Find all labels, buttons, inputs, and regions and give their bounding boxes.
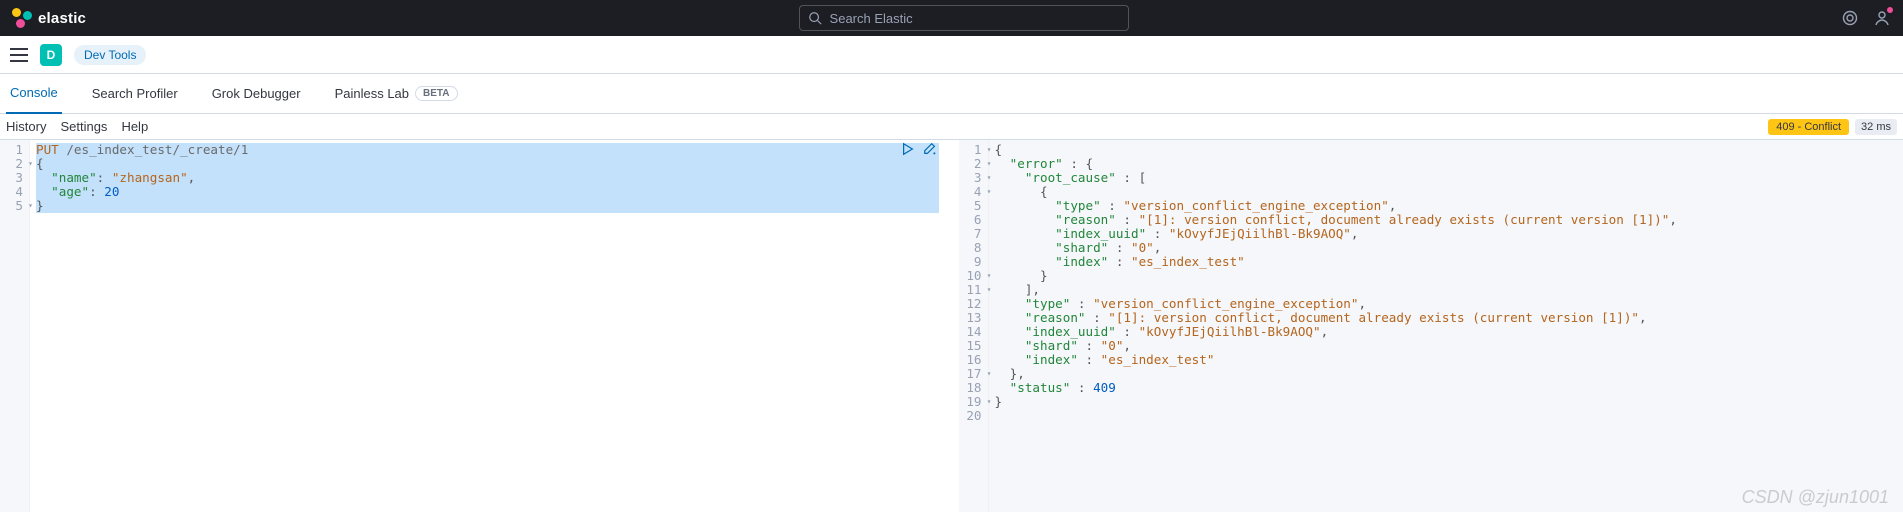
tab-label: Grok Debugger [212,86,301,101]
response-viewer[interactable]: { "error" : { "root_cause" : [ { "type" … [989,140,1903,512]
request-options-button[interactable] [923,142,937,159]
nav-toggle-button[interactable] [10,48,28,62]
console-editor-area: 12345 PUT /es_index_test/_create/1{ "nam… [0,140,1903,512]
brand-text: elastic [38,10,86,27]
toolbar-history[interactable]: History [6,119,46,134]
app-header: D Dev Tools [0,36,1903,74]
global-search-placeholder: Search Elastic [830,11,913,26]
beta-badge: BETA [415,86,457,101]
response-status-badge: 409 - Conflict [1768,119,1849,135]
tab-painless-lab[interactable]: Painless Lab BETA [331,74,462,114]
toolbar-help[interactable]: Help [121,119,148,134]
toolbar-settings[interactable]: Settings [60,119,107,134]
request-editor[interactable]: PUT /es_index_test/_create/1{ "name": "z… [30,140,945,512]
tab-label: Console [10,85,58,100]
tab-console[interactable]: Console [6,74,62,114]
global-search-input[interactable]: Search Elastic [799,5,1129,31]
elastic-logo-icon [12,8,32,28]
response-pane[interactable]: 1234567891011121314151617181920 { "error… [959,140,1903,512]
tab-search-profiler[interactable]: Search Profiler [88,74,182,114]
breadcrumb-dev-tools[interactable]: Dev Tools [74,45,146,65]
console-toolbar: History Settings Help 409 - Conflict 32 ms [0,114,1903,140]
tab-label: Search Profiler [92,86,178,101]
tab-grok-debugger[interactable]: Grok Debugger [208,74,305,114]
response-timing-badge: 32 ms [1855,119,1897,135]
request-line-gutter: 12345 [0,140,30,512]
search-icon [808,11,822,25]
newsfeed-icon[interactable] [1841,9,1859,27]
elastic-logo[interactable]: elastic [12,8,86,28]
devtools-tab-bar: Console Search Profiler Grok Debugger Painl… [0,74,1903,114]
response-line-gutter: 1234567891011121314151617181920 [959,140,989,512]
request-pane[interactable]: 12345 PUT /es_index_test/_create/1{ "nam… [0,140,959,512]
send-request-button[interactable] [901,142,915,159]
app-icon-badge[interactable]: D [40,44,62,66]
tab-label: Painless Lab [335,86,409,101]
global-header: elastic Search Elastic [0,0,1903,36]
user-avatar-icon[interactable] [1873,9,1891,27]
